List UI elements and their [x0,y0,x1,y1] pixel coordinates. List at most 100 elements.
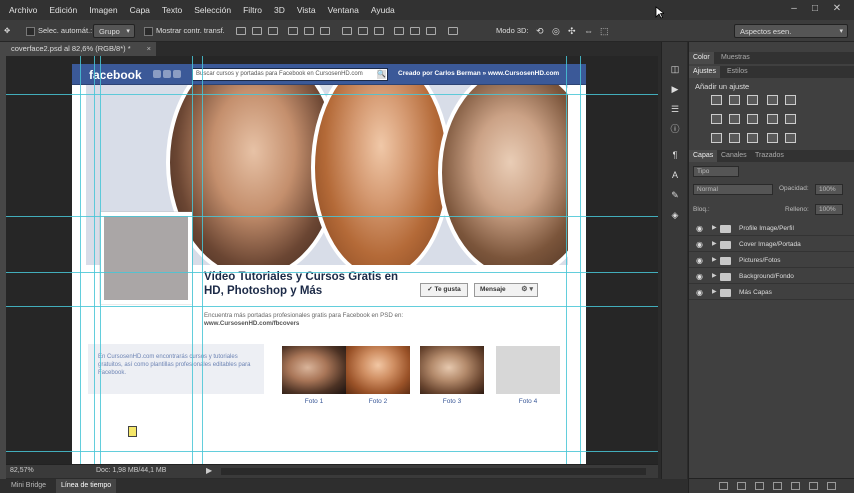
threshold-adjust-icon[interactable] [747,133,758,143]
guide-vertical[interactable] [100,56,101,464]
align-left-icon[interactable] [288,27,298,35]
layer-kind-filter[interactable]: Tipo [693,166,739,177]
align-bottom-icon[interactable] [268,27,278,35]
guide-vertical[interactable] [80,56,81,464]
add-mask-icon[interactable] [755,482,764,490]
like-button[interactable]: ✓ Te gusta [420,283,468,297]
scale-3d-icon[interactable]: ⬚ [600,24,609,38]
align-hcenter-icon[interactable] [304,27,314,35]
tab-adjustments[interactable]: Ajustes [689,66,720,78]
blend-mode-dropdown[interactable]: Normal [693,184,773,195]
guide-vertical[interactable] [192,56,193,464]
eye-icon[interactable]: ◉ [696,285,703,300]
character-icon[interactable]: A [670,170,680,180]
distribute-vcenter-icon[interactable] [358,27,368,35]
link-layers-icon[interactable] [719,482,728,490]
gear-icon[interactable]: ⚙ ▾ [521,284,533,296]
document-canvas[interactable]: facebook Buscar cursos y portadas para F… [72,64,586,464]
tab-layers[interactable]: Capas [689,150,718,162]
layer-row[interactable]: ◉ ▶ Pictures/Fotos [689,253,854,268]
color-balance-adjust-icon[interactable] [729,114,740,124]
align-top-icon[interactable] [236,27,246,35]
distribute-right-icon[interactable] [426,27,436,35]
trash-icon[interactable] [827,482,836,490]
guide-vertical[interactable] [566,56,567,464]
close-document-icon[interactable]: × [147,42,151,56]
distribute-bottom-icon[interactable] [374,27,384,35]
tab-color[interactable]: Color [689,52,714,64]
menu-imagen[interactable]: Imagen [83,5,123,15]
guide-vertical[interactable] [580,56,581,464]
move-tool-icon[interactable]: ✥ [4,24,10,38]
workspace-dropdown[interactable]: Aspectos esen. [734,24,848,39]
guide-horizontal[interactable] [6,306,658,307]
menu-capa[interactable]: Capa [124,5,156,15]
layer-row[interactable]: ◉ ▶ Más Capas [689,285,854,300]
3d-icon[interactable]: ◈ [670,210,680,220]
facebook-search-field[interactable]: Buscar cursos y portadas para Facebook e… [192,68,388,81]
menu-edicion[interactable]: Edición [43,5,83,15]
tab-channels[interactable]: Canales [717,150,751,162]
pan-3d-icon[interactable]: ✣ [568,24,576,38]
rotate-3d-icon[interactable]: ⟲ [536,24,544,38]
canvas-area[interactable]: facebook Buscar cursos y portadas para F… [6,56,658,464]
eye-icon[interactable]: ◉ [696,221,703,236]
menu-seleccion[interactable]: Selección [188,5,237,15]
document-tab[interactable]: coverface2.psd al 82,6% (RGB/8*) * × [6,42,156,56]
distribute-hcenter-icon[interactable] [410,27,420,35]
guide-horizontal[interactable] [6,216,658,217]
posterize-adjust-icon[interactable] [729,133,740,143]
selective-color-adjust-icon[interactable] [785,133,796,143]
show-transform-checkbox[interactable]: Mostrar contr. transf. [144,24,225,38]
tab-mini-bridge[interactable]: Mini Bridge [6,479,51,493]
vibrance-adjust-icon[interactable] [785,95,796,105]
auto-select-dropdown[interactable]: Grupo [93,24,135,39]
guide-horizontal[interactable] [6,451,658,452]
status-menu-arrow-icon[interactable]: ▶ [206,466,212,475]
expand-triangle-icon[interactable]: ▶ [712,285,717,300]
photo-filter-adjust-icon[interactable] [767,114,778,124]
distribute-left-icon[interactable] [394,27,404,35]
auto-align-icon[interactable] [448,27,458,35]
expand-triangle-icon[interactable]: ▶ [712,221,717,236]
menu-ventana[interactable]: Ventana [322,5,365,15]
menu-archivo[interactable]: Archivo [0,5,43,15]
black-white-adjust-icon[interactable] [747,114,758,124]
search-icon[interactable]: 🔍 [377,70,386,79]
note-icon[interactable] [128,426,137,437]
channel-mixer-adjust-icon[interactable] [785,114,796,124]
close-window-button[interactable]: ✕ [829,3,845,15]
tab-paths[interactable]: Trazados [751,150,788,162]
eye-icon[interactable]: ◉ [696,253,703,268]
tab-styles[interactable]: Estilos [723,66,752,78]
slide-3d-icon[interactable]: ⇔ [584,24,593,38]
guide-vertical[interactable] [202,56,203,464]
levels-adjust-icon[interactable] [729,95,740,105]
restore-button[interactable]: □ [807,3,823,15]
layer-row[interactable]: ◉ ▶ Background/Fondo [689,269,854,284]
menu-ayuda[interactable]: Ayuda [365,5,401,15]
distribute-top-icon[interactable] [342,27,352,35]
menu-filtro[interactable]: Filtro [237,5,268,15]
align-vcenter-icon[interactable] [252,27,262,35]
new-layer-icon[interactable] [809,482,818,490]
invert-adjust-icon[interactable] [711,133,722,143]
menu-3d[interactable]: 3D [268,5,291,15]
guide-horizontal[interactable] [6,94,658,95]
expand-triangle-icon[interactable]: ▶ [712,237,717,252]
info-icon[interactable]: ⓘ [670,124,680,134]
eye-icon[interactable]: ◉ [696,269,703,284]
layer-row[interactable]: ◉ ▶ Cover Image/Portada [689,237,854,252]
minimize-button[interactable]: – [786,3,802,15]
actions-icon[interactable]: ▶ [670,84,680,94]
roll-3d-icon[interactable]: ◎ [552,24,560,38]
history-icon[interactable]: ◫ [670,64,680,74]
expand-triangle-icon[interactable]: ▶ [712,253,717,268]
adjustment-layer-icon[interactable] [773,482,782,490]
tab-timeline[interactable]: Línea de tiempo [56,479,117,493]
layer-style-icon[interactable] [737,482,746,490]
menu-vista[interactable]: Vista [291,5,322,15]
brightness-adjust-icon[interactable] [711,95,722,105]
message-button[interactable]: Mensaje ⚙ ▾ [474,283,538,297]
menu-texto[interactable]: Texto [156,5,188,15]
